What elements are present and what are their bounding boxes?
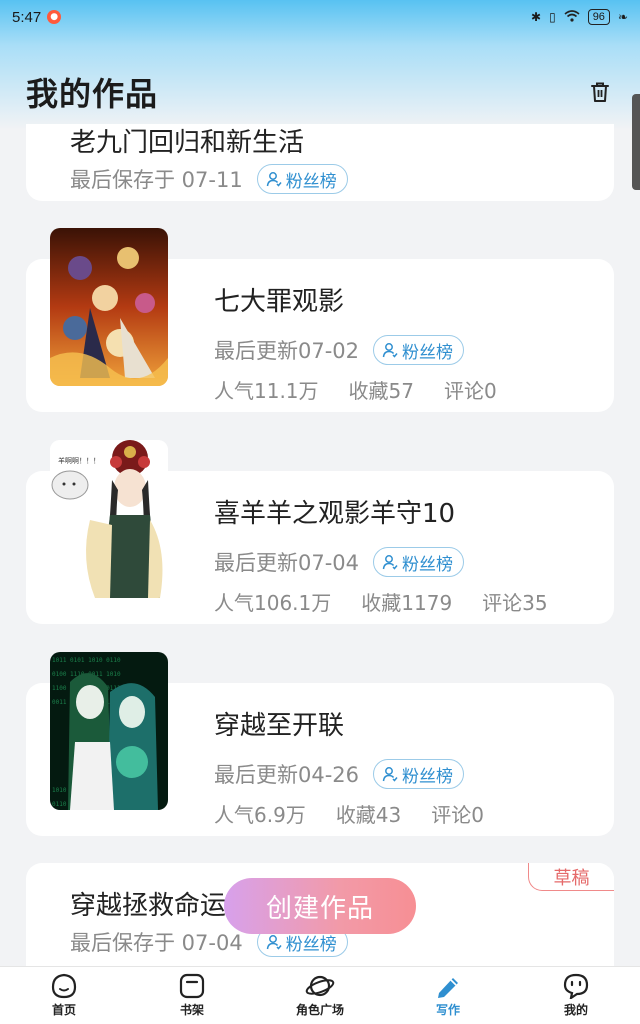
create-work-button[interactable]: 创建作品 xyxy=(224,878,416,934)
favorites: 收藏1179 xyxy=(361,591,453,615)
page-title: 我的作品 xyxy=(26,75,159,113)
comments: 评论0 xyxy=(431,803,484,827)
work-cover[interactable] xyxy=(50,228,168,386)
popularity: 人气106.1万 xyxy=(214,591,332,615)
nav-writing[interactable]: 写作 xyxy=(384,967,512,1024)
work-title: 喜羊羊之观影羊守10 xyxy=(214,499,456,529)
work-title: 老九门回归和新生活 xyxy=(70,128,305,158)
draft-badge: 草稿 xyxy=(528,863,614,891)
page-header: 我的作品 xyxy=(0,60,640,124)
work-meta: 最后保存于 07-11 粉丝榜 xyxy=(70,164,348,194)
save-time: 最后保存于 07-04 xyxy=(70,931,243,955)
user-icon xyxy=(382,767,398,782)
popularity: 人气11.1万 xyxy=(214,379,319,403)
pen-icon xyxy=(438,978,458,998)
work-stats: 人气11.1万 收藏57 评论0 xyxy=(214,375,497,404)
bookshelf-icon xyxy=(179,973,205,999)
user-icon xyxy=(382,555,398,570)
nav-mine[interactable]: 我的 xyxy=(512,967,640,1024)
clock: 5:47 xyxy=(12,8,42,26)
work-title: 七大罪观影 xyxy=(214,287,345,317)
work-cover[interactable]: 1011 0101 1010 0110 0100 1110 0011 1010 … xyxy=(50,652,168,810)
fans-rank-button[interactable]: 粉丝榜 xyxy=(373,335,465,365)
work-stats: 人气106.1万 收藏1179 评论35 xyxy=(214,587,548,616)
nav-writing-label: 写作 xyxy=(435,1003,460,1017)
popularity: 人气6.9万 xyxy=(214,803,306,827)
work-title: 穿越拯救命运 xyxy=(70,891,227,921)
nav-character-square[interactable]: 角色广场 xyxy=(256,967,384,1024)
fans-rank-label: 粉丝榜 xyxy=(402,766,454,787)
comments: 评论0 xyxy=(443,379,497,403)
works-list[interactable]: 老九门回归和新生活 最后保存于 07-11 粉丝榜 七大罪观影 最后更新07-0… xyxy=(0,124,640,966)
comments: 评论35 xyxy=(482,591,548,615)
notification-icon: ● xyxy=(47,10,62,24)
nav-home-label: 首页 xyxy=(51,1003,76,1017)
update-time: 最后更新07-04 xyxy=(214,551,360,575)
bluetooth-icon: ✱ xyxy=(531,10,542,24)
status-icons: ✱ ▯ 96 ❧ xyxy=(531,9,628,25)
nav-home[interactable]: 首页 xyxy=(0,967,128,1024)
work-meta: 最后更新07-02 粉丝榜 xyxy=(214,335,465,365)
nav-character-square-label: 角色广场 xyxy=(295,1003,344,1017)
fans-rank-button[interactable]: 粉丝榜 xyxy=(256,164,348,194)
wifi-icon xyxy=(564,9,580,25)
battery-indicator: 96 xyxy=(587,9,610,25)
svg-text:1011 0101 1010 0110: 1011 0101 1010 0110 xyxy=(52,657,121,664)
save-time: 最后保存于 07-11 xyxy=(70,168,243,192)
home-icon xyxy=(51,973,77,999)
profile-icon xyxy=(563,973,589,999)
favorites: 收藏43 xyxy=(335,803,402,827)
trash-icon xyxy=(591,82,609,102)
delete-button[interactable] xyxy=(586,78,614,106)
nav-bookshelf-label: 书架 xyxy=(179,1003,204,1017)
leaf-icon: ❧ xyxy=(617,10,628,24)
status-bar: 5:47 ● ✱ ▯ 96 ❧ xyxy=(0,0,640,34)
work-meta: 最后更新07-04 粉丝榜 xyxy=(214,547,465,577)
fans-rank-label: 粉丝榜 xyxy=(402,342,454,363)
work-card[interactable]: 老九门回归和新生活 最后保存于 07-11 粉丝榜 xyxy=(26,124,614,201)
vibrate-icon: ▯ xyxy=(549,10,556,24)
fans-rank-button[interactable]: 粉丝榜 xyxy=(373,759,465,789)
planet-icon xyxy=(305,975,335,997)
bottom-navigation: 首页 书架 角色广场 写作 我的 xyxy=(0,966,640,1024)
user-icon xyxy=(382,343,398,358)
favorites: 收藏57 xyxy=(348,379,414,403)
update-time: 最后更新04-26 xyxy=(214,763,360,787)
fans-rank-label: 粉丝榜 xyxy=(285,171,337,192)
work-meta: 最后更新04-26 粉丝榜 xyxy=(214,759,465,789)
update-time: 最后更新07-02 xyxy=(214,339,360,363)
fans-rank-label: 粉丝榜 xyxy=(402,554,454,575)
work-title: 穿越至开联 xyxy=(214,711,345,741)
work-stats: 人气6.9万 收藏43 评论0 xyxy=(214,799,484,828)
nav-mine-label: 我的 xyxy=(563,1003,588,1017)
fans-rank-button[interactable]: 粉丝榜 xyxy=(373,547,465,577)
user-icon xyxy=(266,172,282,187)
nav-bookshelf[interactable]: 书架 xyxy=(128,967,256,1024)
cover-caption: 羊啊啊！！！ xyxy=(58,457,100,465)
user-icon xyxy=(266,935,282,950)
work-cover[interactable]: 羊啊啊！！！ xyxy=(50,440,168,598)
